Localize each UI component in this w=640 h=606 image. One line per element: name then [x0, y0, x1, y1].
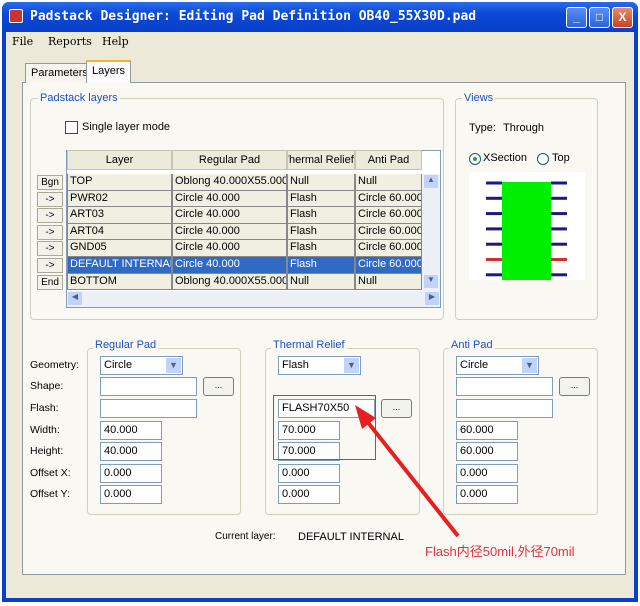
annotation-arrow-icon — [355, 405, 460, 538]
annotation-text: Flash内径50mil,外径70mil — [425, 544, 575, 559]
